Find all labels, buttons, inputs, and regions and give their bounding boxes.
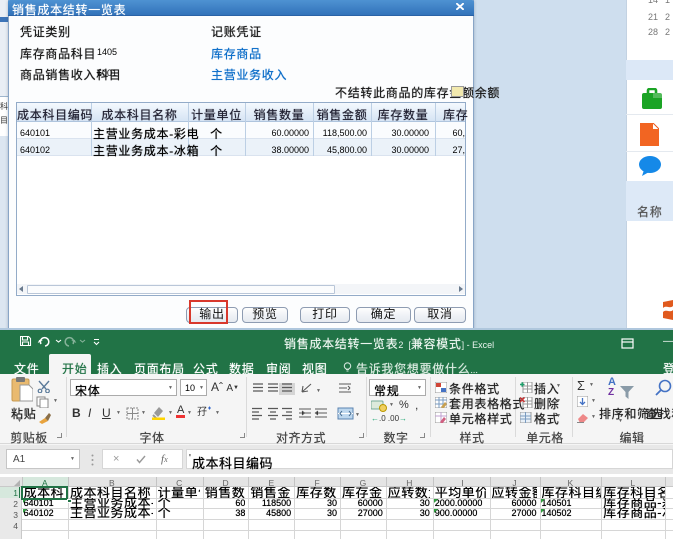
svg-text:孖: 孖 [197, 406, 207, 418]
